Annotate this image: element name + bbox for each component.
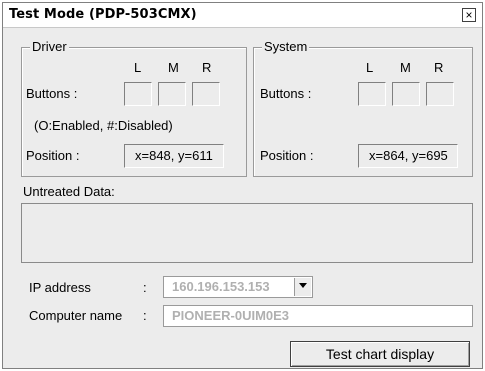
chevron-down-icon [299, 283, 307, 288]
driver-group: Driver L M R Buttons : (O:Enabled, #:Dis… [21, 39, 247, 177]
close-button[interactable]: × [462, 8, 476, 22]
driver-legend-note: (O:Enabled, #:Disabled) [34, 118, 173, 133]
system-group: System L M R Buttons : Position : x=864,… [253, 39, 473, 177]
untreated-data-box [21, 203, 473, 263]
driver-col-r: R [202, 60, 212, 75]
system-button-r [426, 82, 454, 106]
computer-name-field[interactable]: PIONEER-0UIM0E3 [163, 305, 473, 327]
computer-name-label: Computer name [29, 308, 123, 323]
ip-address-colon: : [143, 280, 147, 295]
system-button-m [392, 82, 420, 106]
dropdown-button[interactable] [294, 278, 311, 296]
driver-buttons-label: Buttons : [26, 86, 78, 101]
ip-address-label: IP address [29, 280, 91, 295]
driver-position-value: x=848, y=611 [124, 144, 224, 168]
untreated-data-label: Untreated Data: [23, 184, 115, 199]
test-mode-dialog: Test Mode (PDP-503CMX) × Driver L M R Bu… [2, 2, 483, 369]
system-col-r: R [434, 60, 444, 75]
system-button-l [358, 82, 386, 106]
system-position-label: Position : [260, 148, 314, 163]
computer-name-value: PIONEER-0UIM0E3 [172, 308, 290, 323]
system-col-m: M [400, 60, 411, 75]
driver-col-m: M [168, 60, 179, 75]
driver-legend: Driver [30, 39, 69, 54]
driver-col-l: L [134, 60, 142, 75]
title-bar: Test Mode (PDP-503CMX) × [3, 3, 482, 28]
window-title: Test Mode (PDP-503CMX) [9, 7, 197, 22]
driver-position-label: Position : [26, 148, 80, 163]
driver-button-r [192, 82, 220, 106]
system-buttons-label: Buttons : [260, 86, 312, 101]
driver-button-m [158, 82, 186, 106]
ip-address-value: 160.196.153.153 [172, 279, 270, 294]
system-col-l: L [366, 60, 374, 75]
test-chart-display-button[interactable]: Test chart display [290, 341, 470, 367]
computer-name-colon: : [143, 308, 147, 323]
system-position-value: x=864, y=695 [358, 144, 458, 168]
ip-address-select[interactable]: 160.196.153.153 [163, 276, 313, 298]
driver-button-l [124, 82, 152, 106]
close-icon: × [465, 8, 473, 22]
system-legend: System [262, 39, 310, 54]
